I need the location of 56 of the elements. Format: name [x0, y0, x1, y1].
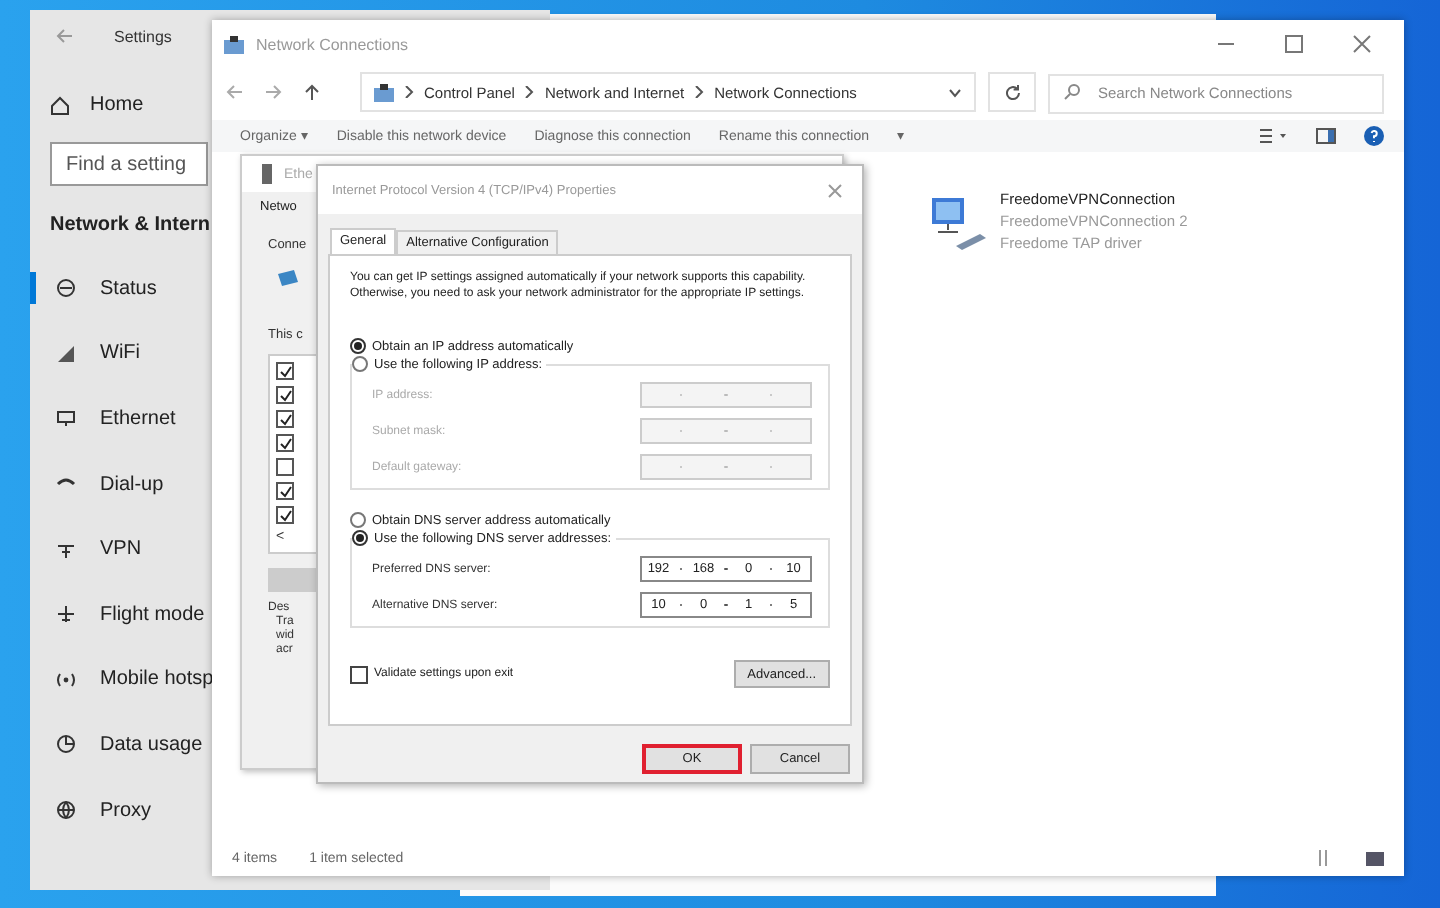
radio-button[interactable]	[352, 356, 368, 372]
sidebar-item[interactable]: Dial-up	[30, 451, 164, 517]
sidebar-item[interactable]: Flight mode	[30, 581, 205, 648]
checkbox[interactable]	[276, 362, 294, 380]
radio-button[interactable]	[350, 338, 366, 354]
back-arrow-icon	[224, 84, 244, 100]
refresh-button[interactable]	[988, 72, 1036, 112]
dropdown-caret-icon	[948, 87, 962, 97]
close-icon	[1352, 34, 1372, 54]
radio-button[interactable]	[352, 530, 368, 546]
adapter-icon	[276, 268, 300, 288]
close-icon	[828, 183, 842, 197]
sidebar-item[interactable]: VPN	[30, 516, 142, 582]
sidebar-item[interactable]: Proxy	[30, 777, 152, 843]
view-options-icon	[1260, 127, 1288, 145]
window-title: Network Connections	[256, 35, 409, 53]
search-icon	[1064, 84, 1080, 100]
tiles-view-icon	[1366, 851, 1384, 865]
checkbox[interactable]	[276, 506, 294, 524]
chevron-icon	[404, 86, 414, 98]
sidebar-item[interactable]: Status	[30, 256, 157, 322]
checkbox[interactable]	[276, 458, 294, 476]
checkbox[interactable]	[276, 434, 294, 452]
checkbox[interactable]	[276, 386, 294, 404]
chevron-icon	[694, 86, 705, 98]
hotspot-icon	[56, 669, 76, 690]
window-title: Settings	[114, 27, 172, 45]
forward-arrow-icon	[264, 84, 284, 100]
maximize-icon	[1284, 34, 1304, 54]
chevron-icon	[524, 86, 535, 98]
help-icon	[1364, 126, 1384, 146]
pie-chart-icon	[56, 734, 76, 755]
monitor-icon	[56, 408, 76, 429]
section-heading: Network & Intern	[50, 214, 211, 236]
back-arrow-icon	[54, 28, 74, 44]
network-folder-icon	[224, 35, 244, 53]
network-folder-icon	[374, 83, 394, 101]
sidebar-item[interactable]: Ethernet	[30, 386, 176, 452]
preview-pane-icon	[1316, 128, 1336, 144]
home-icon	[50, 95, 70, 115]
radio-button[interactable]	[350, 512, 366, 528]
status-icon	[56, 278, 76, 299]
refresh-icon	[1003, 83, 1021, 101]
network-computers-icon	[928, 194, 988, 254]
up-arrow-icon	[304, 82, 320, 102]
sidebar-item[interactable]: Mobile hotsp	[30, 647, 214, 713]
checkbox[interactable]	[276, 482, 294, 500]
checkbox[interactable]	[276, 410, 294, 428]
signal-icon	[56, 343, 76, 364]
search-field[interactable]: Find a setting	[50, 142, 208, 186]
adapter-icon	[260, 164, 274, 184]
sidebar-item[interactable]: Data usage	[30, 712, 203, 778]
checkbox[interactable]	[350, 665, 368, 683]
sidebar-item[interactable]: WiFi	[30, 321, 140, 387]
home-link[interactable]: Home	[50, 94, 144, 116]
globe-icon	[56, 800, 76, 821]
